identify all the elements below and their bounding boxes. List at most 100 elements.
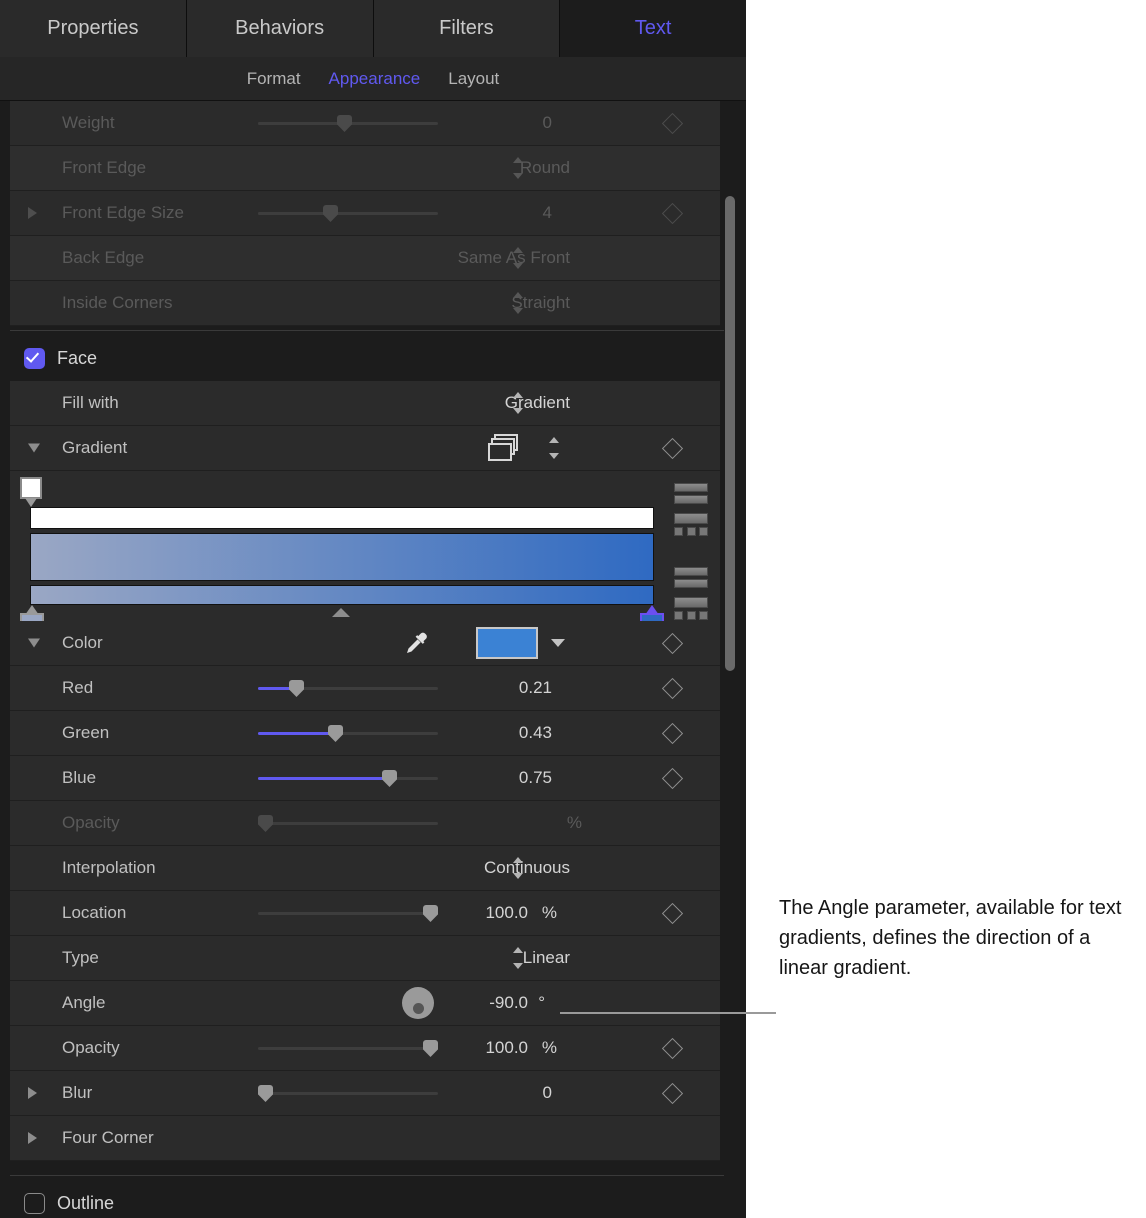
row-face-checkbox[interactable]: Face <box>0 336 746 381</box>
blur-disclosure-icon[interactable] <box>28 1087 37 1099</box>
location-keyframe-icon[interactable] <box>661 902 684 925</box>
color-popup-chevron-down-icon[interactable] <box>551 639 565 647</box>
color-tags-bars-icon[interactable] <box>674 567 708 591</box>
row-angle[interactable]: Angle -90.0 ° <box>10 981 720 1026</box>
row-green[interactable]: Green 0.43 <box>10 711 720 756</box>
weight-slider-knob[interactable] <box>337 115 352 132</box>
opacity-tags-bars-icon[interactable] <box>674 483 708 507</box>
gradient-preset-stack-icon[interactable] <box>488 434 524 462</box>
face-opacity-slider[interactable] <box>258 1038 438 1058</box>
front-edge-size-disclosure-icon[interactable] <box>28 207 37 219</box>
red-slider-knob[interactable] <box>289 680 304 697</box>
four-corner-disclosure-icon[interactable] <box>28 1132 37 1144</box>
location-slider-knob[interactable] <box>423 905 438 922</box>
row-back-edge[interactable]: Back Edge Same As Front <box>10 236 720 281</box>
gradient-disclosure-icon[interactable] <box>28 443 40 453</box>
type-popup-chevrons-icon[interactable] <box>512 947 524 969</box>
weight-keyframe-icon[interactable] <box>661 112 684 135</box>
row-front-edge-size-value[interactable]: 4 <box>543 203 552 223</box>
red-keyframe-icon[interactable] <box>661 677 684 700</box>
inside-corners-popup-chevrons-icon[interactable] <box>512 292 524 314</box>
color-tags-distribute-icon[interactable] <box>674 597 708 620</box>
row-weight[interactable]: Weight 0 <box>10 101 720 146</box>
tab-properties[interactable]: Properties <box>0 0 187 57</box>
row-location-value[interactable]: 100.0 <box>485 903 528 923</box>
front-edge-size-slider-knob[interactable] <box>323 205 338 222</box>
angle-dial[interactable] <box>402 987 434 1019</box>
face-checkbox[interactable] <box>24 348 45 369</box>
color-keyframe-icon[interactable] <box>661 632 684 655</box>
row-blur[interactable]: Blur 0 <box>10 1071 720 1116</box>
subtab-appearance[interactable]: Appearance <box>329 69 421 89</box>
row-blue[interactable]: Blue 0.75 <box>10 756 720 801</box>
stop-opacity-slider[interactable] <box>258 813 438 833</box>
gradient-opacity-bar[interactable] <box>30 507 654 529</box>
row-stop-opacity[interactable]: Opacity % <box>10 801 720 846</box>
blur-keyframe-icon[interactable] <box>661 1082 684 1105</box>
location-slider[interactable] <box>258 903 438 923</box>
face-opacity-slider-knob[interactable] <box>423 1040 438 1057</box>
row-color[interactable]: Color <box>10 621 720 666</box>
row-four-corner[interactable]: Four Corner <box>10 1116 720 1161</box>
subtab-layout[interactable]: Layout <box>448 69 499 89</box>
row-fill-with[interactable]: Fill with Gradient <box>10 381 720 426</box>
eyedropper-icon[interactable] <box>404 630 430 656</box>
gradient-color-bar[interactable] <box>30 585 654 605</box>
gradient-preset-chevrons-icon[interactable] <box>548 437 560 459</box>
row-blur-value[interactable]: 0 <box>543 1083 552 1103</box>
row-green-value[interactable]: 0.43 <box>519 723 552 743</box>
row-front-edge-value[interactable]: Round <box>520 158 570 178</box>
front-edge-size-slider[interactable] <box>258 203 438 223</box>
screenshot-root: Properties Behaviors Filters Text Format… <box>0 0 1146 1218</box>
row-type-value[interactable]: Linear <box>523 948 570 968</box>
row-red-value[interactable]: 0.21 <box>519 678 552 698</box>
row-gradient[interactable]: Gradient <box>10 426 720 471</box>
blue-keyframe-icon[interactable] <box>661 767 684 790</box>
row-angle-value[interactable]: -90.0 <box>489 993 528 1013</box>
color-swatch[interactable] <box>476 627 538 659</box>
outline-checkbox[interactable] <box>24 1193 45 1214</box>
row-front-edge[interactable]: Front Edge Round <box>10 146 720 191</box>
row-front-edge-size[interactable]: Front Edge Size 4 <box>10 191 720 236</box>
tab-text[interactable]: Text <box>560 0 746 57</box>
subtab-format[interactable]: Format <box>247 69 301 89</box>
gradient-keyframe-icon[interactable] <box>661 437 684 460</box>
row-interpolation[interactable]: Interpolation Continuous <box>10 846 720 891</box>
blue-slider[interactable] <box>258 768 438 788</box>
row-blue-value[interactable]: 0.75 <box>519 768 552 788</box>
row-weight-value[interactable]: 0 <box>543 113 552 133</box>
front-edge-size-keyframe-icon[interactable] <box>661 202 684 225</box>
row-outline-checkbox[interactable]: Outline <box>0 1181 746 1218</box>
tab-filters[interactable]: Filters <box>373 0 561 57</box>
panel-scrollbar-thumb[interactable] <box>725 196 735 671</box>
row-interpolation-value[interactable]: Continuous <box>484 858 570 878</box>
row-face-opacity-value[interactable]: 100.0 <box>485 1038 528 1058</box>
green-keyframe-icon[interactable] <box>661 722 684 745</box>
gradient-midpoint-marker[interactable] <box>332 608 350 617</box>
blur-slider[interactable] <box>258 1083 438 1103</box>
row-red[interactable]: Red 0.21 <box>10 666 720 711</box>
red-slider[interactable] <box>258 678 438 698</box>
tab-behaviors[interactable]: Behaviors <box>186 0 374 57</box>
green-slider-knob[interactable] <box>328 725 343 742</box>
gradient-preview-bar[interactable] <box>30 533 654 581</box>
panel-scrollbar-track[interactable] <box>725 101 742 1218</box>
row-type[interactable]: Type Linear <box>10 936 720 981</box>
front-edge-popup-chevrons-icon[interactable] <box>512 157 524 179</box>
color-disclosure-icon[interactable] <box>28 638 40 648</box>
row-inside-corners[interactable]: Inside Corners Straight <box>10 281 720 326</box>
blur-slider-knob[interactable] <box>258 1085 273 1102</box>
stop-opacity-slider-knob[interactable] <box>258 815 273 832</box>
back-edge-popup-chevrons-icon[interactable] <box>512 247 524 269</box>
interpolation-popup-chevrons-icon[interactable] <box>512 857 524 879</box>
row-location[interactable]: Location 100.0 % <box>10 891 720 936</box>
weight-slider[interactable] <box>258 113 438 133</box>
opacity-tags-distribute-icon[interactable] <box>674 513 708 536</box>
blue-slider-knob[interactable] <box>382 770 397 787</box>
gradient-editor[interactable] <box>10 471 720 637</box>
gradient-opacity-stop-left[interactable] <box>20 477 42 507</box>
green-slider[interactable] <box>258 723 438 743</box>
face-opacity-keyframe-icon[interactable] <box>661 1037 684 1060</box>
fill-with-popup-chevrons-icon[interactable] <box>512 392 524 414</box>
row-face-opacity[interactable]: Opacity 100.0 % <box>10 1026 720 1071</box>
